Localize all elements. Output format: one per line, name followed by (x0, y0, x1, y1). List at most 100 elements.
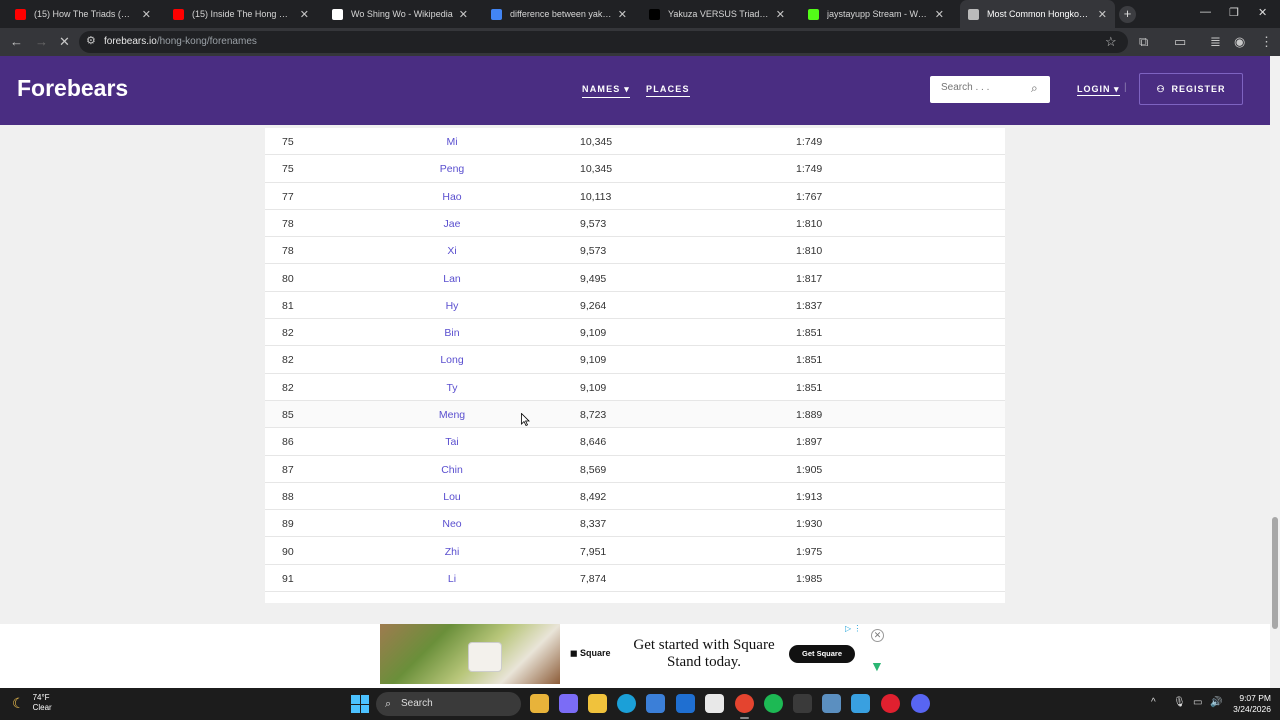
table-row: 75 Mi 10,345 1:749 (265, 128, 1005, 156)
new-tab-button[interactable]: + (1119, 6, 1136, 23)
close-tab-icon[interactable]: ✕ (935, 8, 944, 21)
forename-link[interactable]: Mi (402, 136, 502, 148)
close-tab-icon[interactable]: ✕ (1098, 8, 1107, 21)
register-button[interactable]: ⚇ REGISTER (1139, 73, 1243, 105)
github-icon[interactable] (705, 694, 724, 713)
forename-link[interactable]: Jae (402, 218, 502, 230)
rank-cell: 87 (282, 463, 294, 476)
browser-tab[interactable]: (15) How The Triads (Hong Kon ✕ (7, 0, 159, 28)
outlook-icon[interactable] (676, 694, 695, 713)
spotify-icon[interactable] (764, 694, 783, 713)
folder-icon[interactable] (588, 694, 607, 713)
edge-icon[interactable] (617, 694, 636, 713)
browser-tab[interactable]: jaystayupp Stream - Watch Live ✕ (800, 0, 952, 28)
microphone-icon[interactable]: 🎙 (1173, 697, 1186, 708)
nav-places[interactable]: PLACES (646, 84, 690, 97)
forename-link[interactable]: Lan (402, 273, 502, 285)
weather-widget[interactable]: ☾ 74°F Clear (12, 693, 52, 713)
rank-cell: 82 (282, 327, 294, 340)
close-tab-icon[interactable]: ✕ (776, 8, 785, 21)
file-explorer-icon[interactable] (530, 694, 549, 713)
incidence-cell: 9,109 (580, 381, 607, 394)
forename-link[interactable]: Lou (402, 491, 502, 503)
forename-link[interactable]: Peng (402, 163, 502, 175)
ad-close-icon[interactable]: ✕ (871, 629, 884, 642)
reload-stop-icon[interactable]: ✕ (59, 34, 70, 50)
steam-icon[interactable] (822, 694, 841, 713)
cast-icon[interactable]: ▭ (1174, 34, 1186, 50)
browser-tab[interactable]: Wo Shing Wo - Wikipedia ✕ (324, 0, 476, 28)
close-tab-icon[interactable]: ✕ (618, 8, 627, 21)
taskbar-search[interactable]: ⌕ Search (376, 692, 521, 716)
forename-link[interactable]: Hy (402, 300, 502, 312)
incidence-cell: 7,951 (580, 545, 607, 558)
forename-link[interactable]: Hao (402, 191, 502, 203)
close-tab-icon[interactable]: ✕ (300, 8, 309, 21)
rank-cell: 77 (282, 190, 294, 203)
store-icon[interactable] (646, 694, 665, 713)
taskbar-clock[interactable]: 9:07 PM 3/24/2026 (1227, 693, 1271, 715)
start-windows-icon[interactable] (351, 695, 369, 713)
rank-cell: 91 (282, 572, 294, 585)
address-bar[interactable]: ⚙ forebears.io/hong-kong/forenames ☆ (79, 31, 1128, 53)
discord-icon[interactable] (911, 694, 930, 713)
site-info-icon[interactable]: ⚙ (86, 34, 96, 47)
xbox-icon[interactable] (793, 694, 812, 713)
copilot-icon[interactable] (559, 694, 578, 713)
photos-icon[interactable] (851, 694, 870, 713)
site-logo[interactable]: Forebears (17, 75, 128, 102)
volume-icon[interactable]: 🔊 (1210, 697, 1222, 708)
forename-link[interactable]: Tai (402, 436, 502, 448)
browser-tab[interactable]: difference between yakuza and ✕ (483, 0, 635, 28)
table-row: 81 Hy 9,264 1:837 (265, 292, 1005, 320)
nav-names[interactable]: NAMES ▾ (582, 84, 630, 98)
close-tab-icon[interactable]: ✕ (459, 8, 468, 21)
back-icon[interactable]: ← (10, 34, 23, 49)
tray-overflow-icon[interactable]: ^ (1151, 697, 1156, 708)
tab-title: Wo Shing Wo - Wikipedia (351, 9, 453, 19)
forename-link[interactable]: Neo (402, 518, 502, 530)
menu-kebab-icon[interactable]: ⋮ (1260, 34, 1273, 50)
bookmark-star-icon[interactable]: ☆ (1105, 34, 1117, 50)
tab-title: jaystayupp Stream - Watch Live (827, 9, 929, 19)
chrome-icon[interactable] (735, 694, 754, 719)
forward-icon[interactable]: → (35, 34, 48, 49)
maximize-icon[interactable]: ❐ (1229, 6, 1239, 19)
adchoices-icon[interactable]: ▷ ⋮ (845, 624, 861, 633)
page-scrollbar[interactable] (1270, 56, 1280, 688)
login-menu[interactable]: LOGIN ▾ (1077, 84, 1120, 96)
forename-link[interactable]: Meng (402, 409, 502, 421)
forename-link[interactable]: Ty (402, 382, 502, 394)
forename-link[interactable]: Chin (402, 464, 502, 476)
minimize-icon[interactable]: — (1200, 6, 1211, 18)
user-plus-icon: ⚇ (1156, 83, 1166, 94)
ad-cta-button[interactable]: Get Square (789, 645, 855, 663)
square-ad[interactable]: ◼ Square Get started with Square Stand t… (380, 624, 865, 688)
forenames-table: 75 Mi 10,345 1:749 75 Peng 10,345 1:749 77 Hao 10,… (265, 128, 1005, 603)
network-icon[interactable]: ▭ (1193, 697, 1202, 708)
browser-tab[interactable]: (15) Inside The Hong Kong Triad ✕ (165, 0, 317, 28)
forename-link[interactable]: Xi (402, 245, 502, 257)
search-icon[interactable]: ⌕ (1031, 81, 1038, 96)
scrollbar-thumb[interactable] (1272, 517, 1278, 629)
extensions-icon[interactable]: ⧉ (1139, 34, 1148, 50)
rdctd-icon (649, 8, 660, 20)
profile-icon[interactable]: ◉ (1234, 34, 1245, 50)
tab-title: (15) Inside The Hong Kong Triad (192, 9, 294, 19)
close-tab-icon[interactable]: ✕ (142, 8, 151, 21)
rank-cell: 90 (282, 545, 294, 558)
browser-tab[interactable]: Most Common Hongkongers N ✕ (960, 0, 1115, 28)
rank-cell: 86 (282, 436, 294, 449)
forename-link[interactable]: Bin (402, 327, 502, 339)
search-input[interactable] (941, 82, 1027, 93)
forename-link[interactable]: Li (402, 573, 502, 585)
opera-icon[interactable] (881, 694, 900, 713)
browser-tab[interactable]: Yakuza VERSUS Triads | RDCTD ✕ (641, 0, 793, 28)
temperature: 74°F (32, 693, 50, 702)
forename-link[interactable]: Zhi (402, 546, 502, 558)
frequency-cell: 1:851 (796, 354, 823, 367)
tab-title: (15) How The Triads (Hong Kon (34, 9, 136, 19)
tab-search-icon[interactable]: ≣ (1210, 34, 1221, 50)
close-window-icon[interactable]: ✕ (1258, 6, 1267, 19)
forename-link[interactable]: Long (402, 354, 502, 366)
